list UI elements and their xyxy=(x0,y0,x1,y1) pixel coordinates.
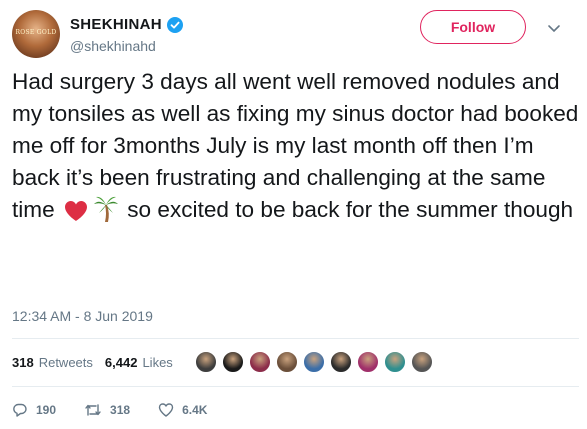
like-button[interactable]: 6.4K xyxy=(158,402,207,418)
liker-avatar[interactable] xyxy=(411,351,433,373)
reply-count: 190 xyxy=(36,403,57,417)
retweets-count: 318 xyxy=(12,354,34,370)
stats-row: 318 Retweets 6,442 Likes xyxy=(12,352,185,372)
likes-stat[interactable]: 6,442 Likes xyxy=(105,355,173,370)
retweet-button[interactable]: 318 xyxy=(84,402,130,418)
likes-count: 6,442 xyxy=(104,354,138,370)
liker-avatar[interactable] xyxy=(330,351,352,373)
liker-avatar[interactable] xyxy=(222,351,244,373)
like-count: 6.4K xyxy=(182,403,208,417)
liker-avatar[interactable] xyxy=(195,351,217,373)
tweet-timestamp[interactable]: 12:34 AM - 8 Jun 2019 xyxy=(12,308,153,324)
liker-avatars xyxy=(195,351,438,373)
avatar-caption: ROSE GOLD xyxy=(15,29,57,36)
liker-avatar[interactable] xyxy=(249,351,271,373)
palm-tree-emoji-icon xyxy=(93,195,119,232)
display-name[interactable]: SHEKHINAH xyxy=(70,16,162,33)
reply-icon xyxy=(13,403,27,417)
follow-button[interactable]: Follow xyxy=(420,10,526,44)
name-row: SHEKHINAH xyxy=(70,16,183,33)
liker-avatar[interactable] xyxy=(303,351,325,373)
avatar[interactable]: ROSE GOLD xyxy=(12,10,60,58)
liker-avatar[interactable] xyxy=(384,351,406,373)
likes-label: Likes xyxy=(142,354,173,370)
divider xyxy=(12,386,579,387)
divider xyxy=(12,338,579,339)
retweet-icon xyxy=(85,404,101,416)
liker-avatar[interactable] xyxy=(357,351,379,373)
verified-badge-icon xyxy=(166,16,183,33)
heart-icon xyxy=(158,403,174,417)
tweet-text: Had surgery 3 days all went well removed… xyxy=(12,66,580,232)
retweet-count: 318 xyxy=(110,403,131,417)
user-handle[interactable]: @shekhinahd xyxy=(70,38,156,54)
chevron-down-icon[interactable] xyxy=(547,24,561,34)
retweets-label: Retweets xyxy=(38,354,93,370)
reply-button[interactable]: 190 xyxy=(12,402,56,418)
action-bar: 190 318 6.4K xyxy=(12,400,235,420)
liker-avatar[interactable] xyxy=(276,351,298,373)
tweet-card: ROSE GOLD SHEKHINAH @shekhinahd Follow H… xyxy=(0,0,587,429)
tweet-text-tail: so excited to be back for the summer tho… xyxy=(127,197,574,222)
heart-emoji-icon xyxy=(63,199,89,232)
retweets-stat[interactable]: 318 Retweets xyxy=(12,355,93,370)
